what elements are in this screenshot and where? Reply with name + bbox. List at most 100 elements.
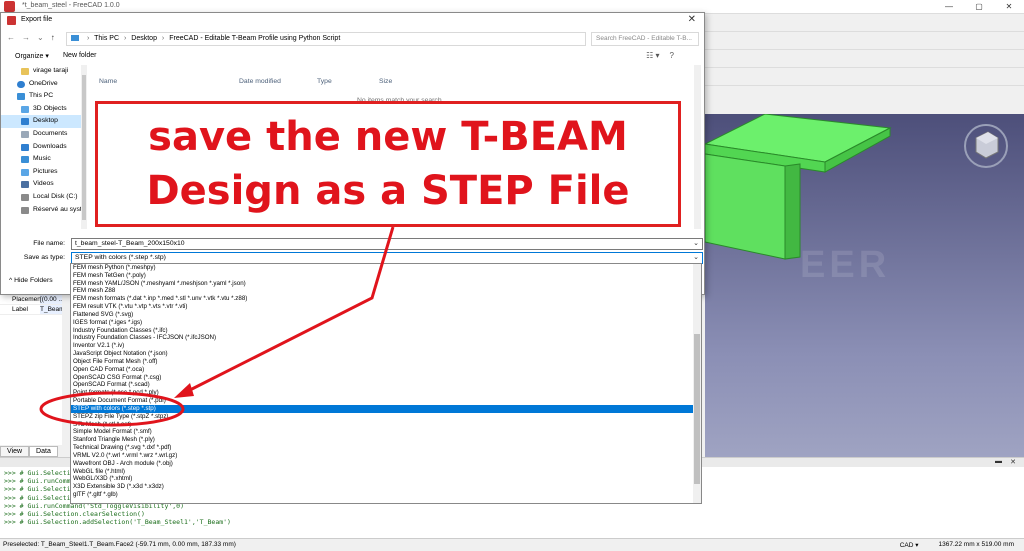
file-type-dropdown[interactable]: FEM mesh Python (*.meshpy) FEM mesh TetGe…: [70, 263, 702, 504]
close-button[interactable]: ✕: [994, 0, 1024, 14]
cube-icon: [21, 105, 29, 113]
nav-item-onedrive[interactable]: OneDrive: [1, 78, 86, 91]
file-list-scrollbar[interactable]: [694, 65, 701, 229]
column-header-date-modified[interactable]: Date modified: [239, 78, 281, 85]
nav-item-reserved-system[interactable]: Réservé au systè: [1, 204, 86, 217]
music-icon: [21, 156, 29, 164]
view-options-button[interactable]: ☷ ▾: [646, 51, 659, 60]
breadcrumb-item[interactable]: FreeCAD - Editable T-Beam Profile using …: [169, 35, 340, 42]
file-type-option[interactable]: VRML V2.0 (*.wrl *.vrml *.wrz *.wrl.gz): [71, 452, 701, 460]
file-type-option[interactable]: FEM mesh formats (*.dat *.inp *.med *.st…: [71, 295, 701, 303]
toolbar-row: [705, 68, 1024, 86]
nav-item-virage-taraji[interactable]: virage taraji: [1, 65, 86, 78]
dropdown-scrollbar[interactable]: [693, 264, 701, 503]
report-close-button[interactable]: ✕: [1010, 458, 1016, 466]
file-type-option[interactable]: STEPZ zip File Type (*.stpZ *.stpz): [71, 413, 701, 421]
property-value[interactable]: [(0.00 ...: [40, 295, 62, 304]
column-header-size[interactable]: Size: [379, 78, 392, 85]
maximize-button[interactable]: ▢: [964, 0, 994, 14]
file-type-option[interactable]: Object File Format Mesh (*.off): [71, 358, 701, 366]
file-type-option[interactable]: Point formats (*.asc *.pcd *.ply): [71, 389, 701, 397]
document-icon: [21, 130, 29, 138]
status-bar: Preselected: T_Beam_Steel1.T_Beam.Face2 …: [0, 538, 1024, 551]
minimize-button[interactable]: —: [934, 0, 964, 14]
property-tabs: View Data: [0, 446, 60, 457]
file-type-option[interactable]: Industry Foundation Classes (*.ifc): [71, 327, 701, 335]
file-type-option[interactable]: IGES format (*.iges *.igs): [71, 319, 701, 327]
breadcrumb-item[interactable]: This PC: [94, 35, 119, 42]
navigation-style-selector[interactable]: CAD ▾: [900, 541, 919, 549]
organize-button[interactable]: Organize ▾: [15, 52, 49, 60]
nav-item-local-disk[interactable]: Local Disk (C:): [1, 191, 86, 204]
file-type-option[interactable]: FEM mesh TetGen (*.poly): [71, 272, 701, 280]
file-type-option[interactable]: X3D Extensible 3D (*.x3d *.x3dz): [71, 483, 701, 491]
search-input[interactable]: Search FreeCAD - Editable T-B...: [591, 32, 699, 46]
command-bar: Organize ▾ New folder ☷ ▾ ?: [1, 50, 704, 64]
annotation-line: save the new T-BEAM: [148, 114, 628, 160]
new-folder-button[interactable]: New folder: [63, 52, 96, 59]
file-type-option[interactable]: JavaScript Object Notation (*.json): [71, 350, 701, 358]
nav-item-music[interactable]: Music: [1, 153, 86, 166]
report-minimize-button[interactable]: ▬: [995, 458, 1002, 465]
property-row[interactable]: Placement [(0.00 ...: [0, 295, 62, 305]
file-type-option[interactable]: Industry Foundation Classes - IFCJSON (*…: [71, 334, 701, 342]
file-type-option[interactable]: Inventor V2.1 (*.iv): [71, 342, 701, 350]
property-row[interactable]: Label T_Beam: [0, 305, 62, 315]
file-type-option[interactable]: Flattened SVG (*.svg): [71, 311, 701, 319]
file-type-option[interactable]: WebGL/X3D (*.xhtml): [71, 475, 701, 483]
back-button[interactable]: ←: [7, 33, 15, 42]
chevron-down-icon[interactable]: ⌄: [693, 253, 699, 261]
file-type-option[interactable]: Wavefront OBJ - Arch module (*.obj): [71, 460, 701, 468]
3d-viewport[interactable]: EER: [705, 114, 1024, 457]
console-line: >>> # Gui.Selection.addSelection('T_Beam…: [4, 518, 231, 527]
save-type-label: Save as type:: [23, 254, 65, 261]
forward-button[interactable]: →: [22, 33, 30, 42]
tab-view[interactable]: View: [0, 446, 30, 457]
address-bar[interactable]: › This PC › Desktop › FreeCAD - Editable…: [66, 32, 586, 46]
dialog-close-button[interactable]: ✕: [688, 14, 696, 25]
property-value[interactable]: T_Beam: [40, 305, 62, 314]
nav-item-3d-objects[interactable]: 3D Objects: [1, 103, 86, 116]
file-type-option[interactable]: Stanford Triangle Mesh (*.ply): [71, 436, 701, 444]
property-key: Label: [12, 306, 28, 313]
file-type-option[interactable]: STL Mesh (*.stl *.ast): [71, 421, 701, 429]
nav-item-pictures[interactable]: Pictures: [1, 166, 86, 179]
file-type-option[interactable]: FEM result VTK (*.vtu *.vtp *.vts *.vtr …: [71, 303, 701, 311]
up-button[interactable]: ↑: [51, 33, 55, 42]
column-header-type[interactable]: Type: [317, 78, 332, 85]
chevron-down-icon[interactable]: ⌄: [693, 239, 699, 247]
file-type-option[interactable]: FEM mesh Python (*.meshpy): [71, 264, 701, 272]
picture-icon: [21, 168, 29, 176]
nav-item-videos[interactable]: Videos: [1, 178, 86, 191]
file-type-option[interactable]: FEM mesh Z88: [71, 287, 701, 295]
file-type-option[interactable]: Technical Drawing (*.svg *.dxf *.pdf): [71, 444, 701, 452]
nav-item-documents[interactable]: Documents: [1, 128, 86, 141]
navigation-cube-icon[interactable]: [962, 122, 1010, 170]
disk-icon: [21, 193, 29, 201]
file-type-option[interactable]: Open CAD Format (*.oca): [71, 366, 701, 374]
console-line: >>> # Gui.Selection.clearSelection(): [4, 510, 145, 519]
file-type-option[interactable]: WebGL file (*.html): [71, 468, 701, 476]
file-type-option[interactable]: glTF (*.gltf *.glb): [71, 491, 701, 499]
tab-data[interactable]: Data: [29, 446, 58, 457]
column-header-name[interactable]: Name: [99, 78, 117, 85]
file-type-option[interactable]: OpenSCAD CSG Format (*.csg): [71, 374, 701, 382]
recent-locations-button[interactable]: ⌄: [37, 33, 44, 42]
file-type-option[interactable]: Simple Model Format (*.smf): [71, 428, 701, 436]
app-toolbar-area: [705, 14, 1024, 114]
computer-icon: [17, 93, 25, 101]
file-type-option[interactable]: STEP with colors (*.step *.stp): [71, 404, 701, 413]
hide-folders-button[interactable]: ^ Hide Folders: [9, 277, 53, 284]
annotation-line: Design as a STEP File: [146, 168, 630, 214]
file-type-option[interactable]: FEM mesh YAML/JSON (*.meshyaml *.meshjso…: [71, 280, 701, 288]
file-name-input[interactable]: t_beam_steel-T_Beam_200x150x10 ⌄: [71, 238, 703, 250]
nav-item-downloads[interactable]: Downloads: [1, 141, 86, 154]
file-type-option[interactable]: OpenSCAD Format (*.scad): [71, 381, 701, 389]
nav-item-desktop[interactable]: Desktop: [1, 115, 86, 128]
nav-item-this-pc[interactable]: This PC: [1, 90, 86, 103]
file-type-option[interactable]: Portable Document Format (*.pdf): [71, 397, 701, 405]
help-button[interactable]: ?: [670, 51, 674, 60]
breadcrumb-item[interactable]: Desktop: [131, 35, 157, 42]
nav-pane-scrollbar[interactable]: [81, 65, 87, 229]
toolbar-row: [705, 50, 1024, 68]
